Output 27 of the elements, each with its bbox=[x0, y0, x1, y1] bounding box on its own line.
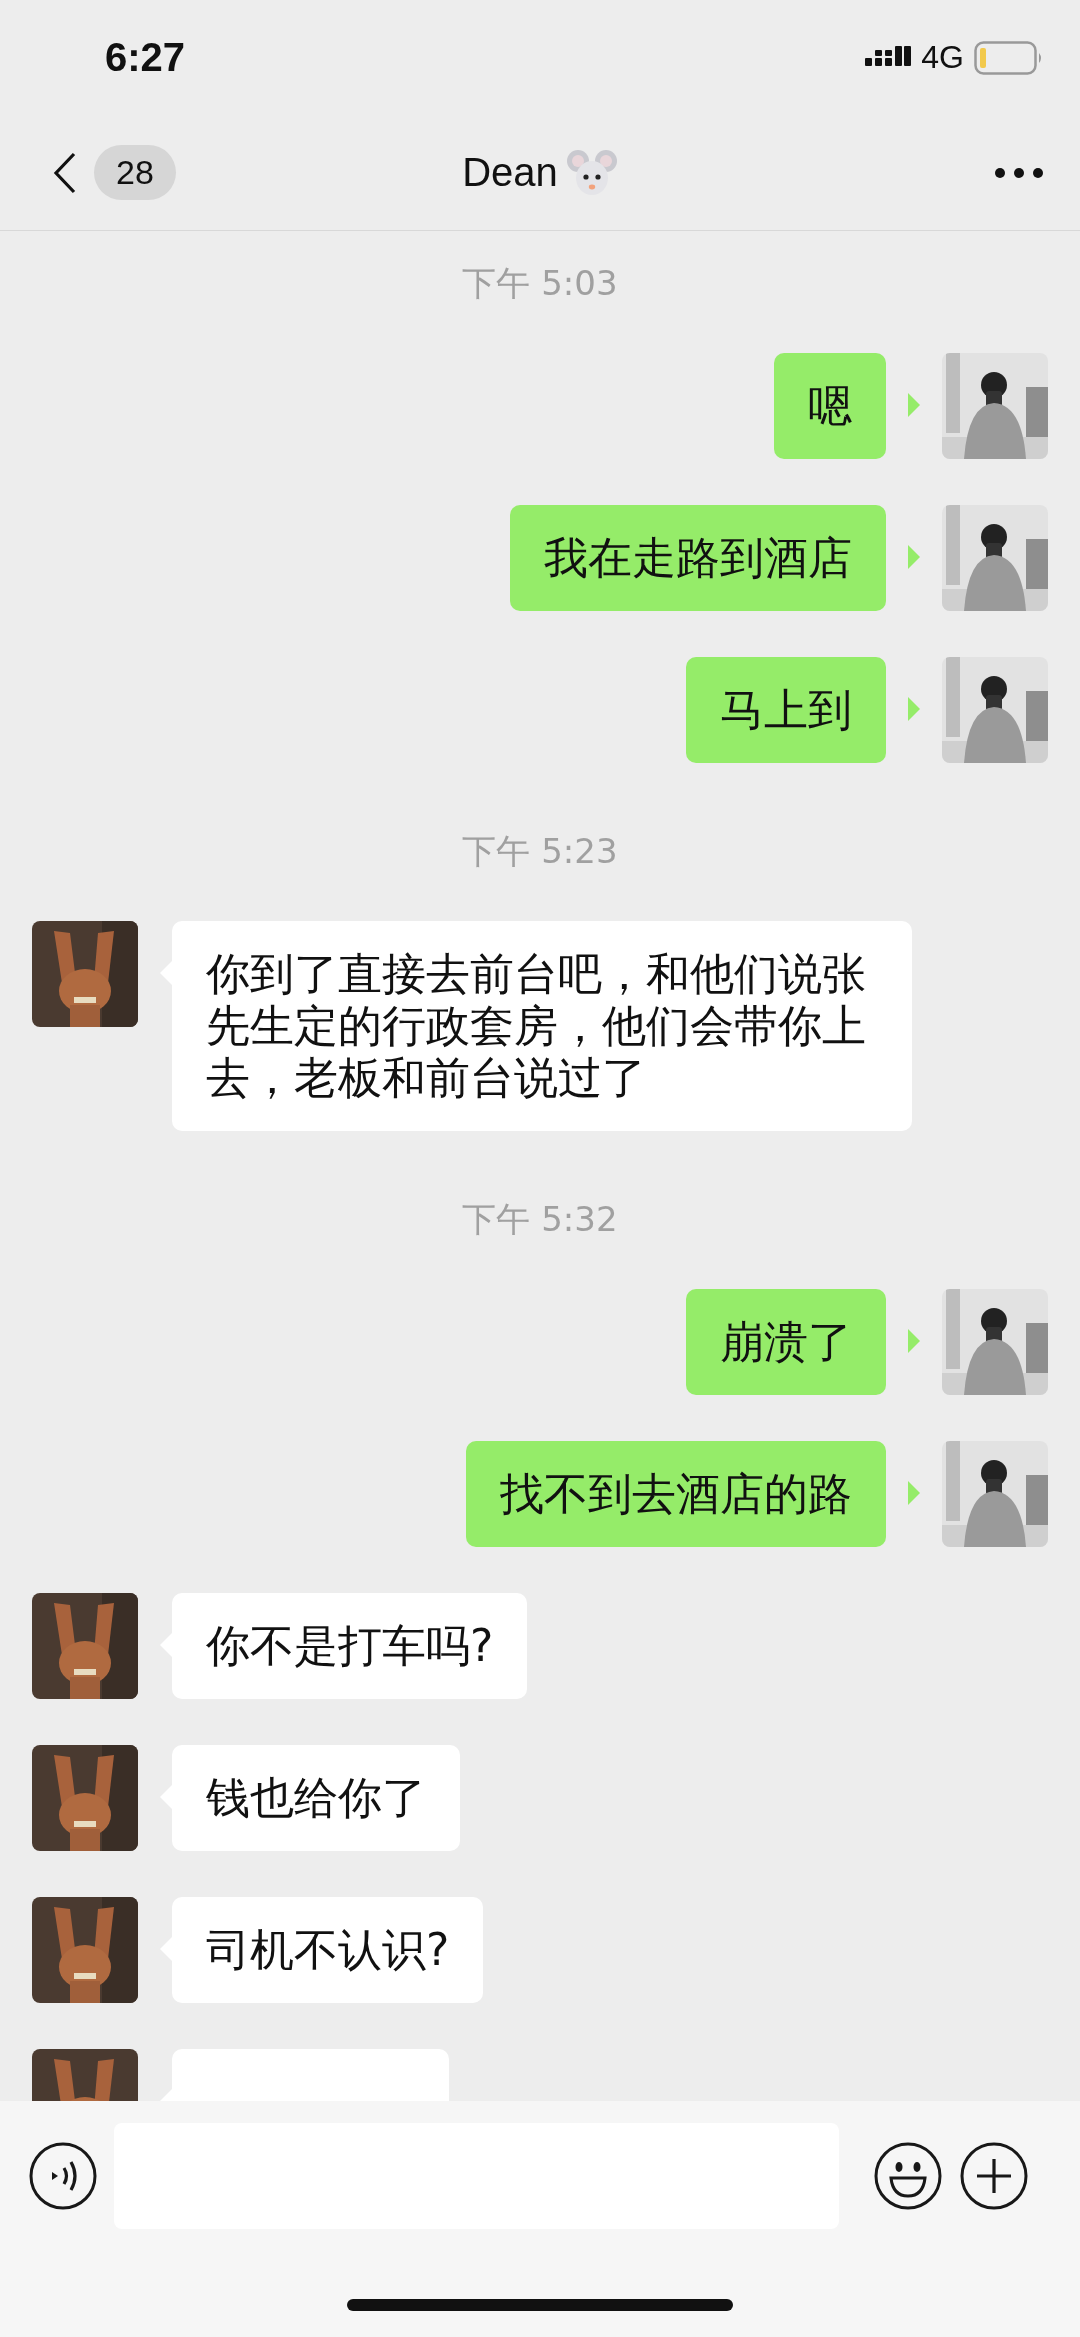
message-bubble: 找不到去酒店的路 bbox=[466, 1441, 886, 1547]
more-icon[interactable] bbox=[994, 166, 1044, 179]
bubble-tail bbox=[908, 545, 920, 569]
message-bubble: 钱也给你了 bbox=[172, 1745, 460, 1851]
message-bubble: 嗯 bbox=[774, 353, 886, 459]
bubble-tail bbox=[908, 1329, 920, 1353]
voice-icon[interactable] bbox=[28, 2141, 98, 2211]
message-bubble: 马上到 bbox=[686, 657, 886, 763]
battery-icon bbox=[974, 40, 1044, 75]
timestamp: 下午 5:23 bbox=[462, 831, 618, 871]
timestamp: 下午 5:03 bbox=[462, 263, 618, 303]
bubble-tail bbox=[908, 1481, 920, 1505]
timestamp: 下午 5:32 bbox=[462, 1199, 618, 1239]
message-bubble: 崩溃了 bbox=[686, 1289, 886, 1395]
message-bubble: 我在走路到酒店 bbox=[510, 505, 886, 611]
unread-count-badge: 28 bbox=[94, 145, 176, 200]
message-bubble: 你到了直接去前台吧，和他们说张先生定的行政套房，他们会带你上去，老板和前台说过了 bbox=[172, 921, 912, 1131]
status-time: 6:27 bbox=[105, 35, 186, 80]
network-label: 4G bbox=[921, 39, 964, 76]
chat-title: Dean bbox=[462, 150, 558, 195]
bubble-tail bbox=[908, 393, 920, 417]
message-bubble: 你不是打车吗? bbox=[172, 1593, 528, 1699]
bubble-tail bbox=[908, 697, 920, 721]
plus-icon[interactable] bbox=[959, 2141, 1029, 2211]
message-bubble: 司机不认识? bbox=[172, 1897, 484, 2003]
emoji-icon[interactable] bbox=[873, 2141, 943, 2211]
back-icon[interactable] bbox=[52, 150, 78, 195]
